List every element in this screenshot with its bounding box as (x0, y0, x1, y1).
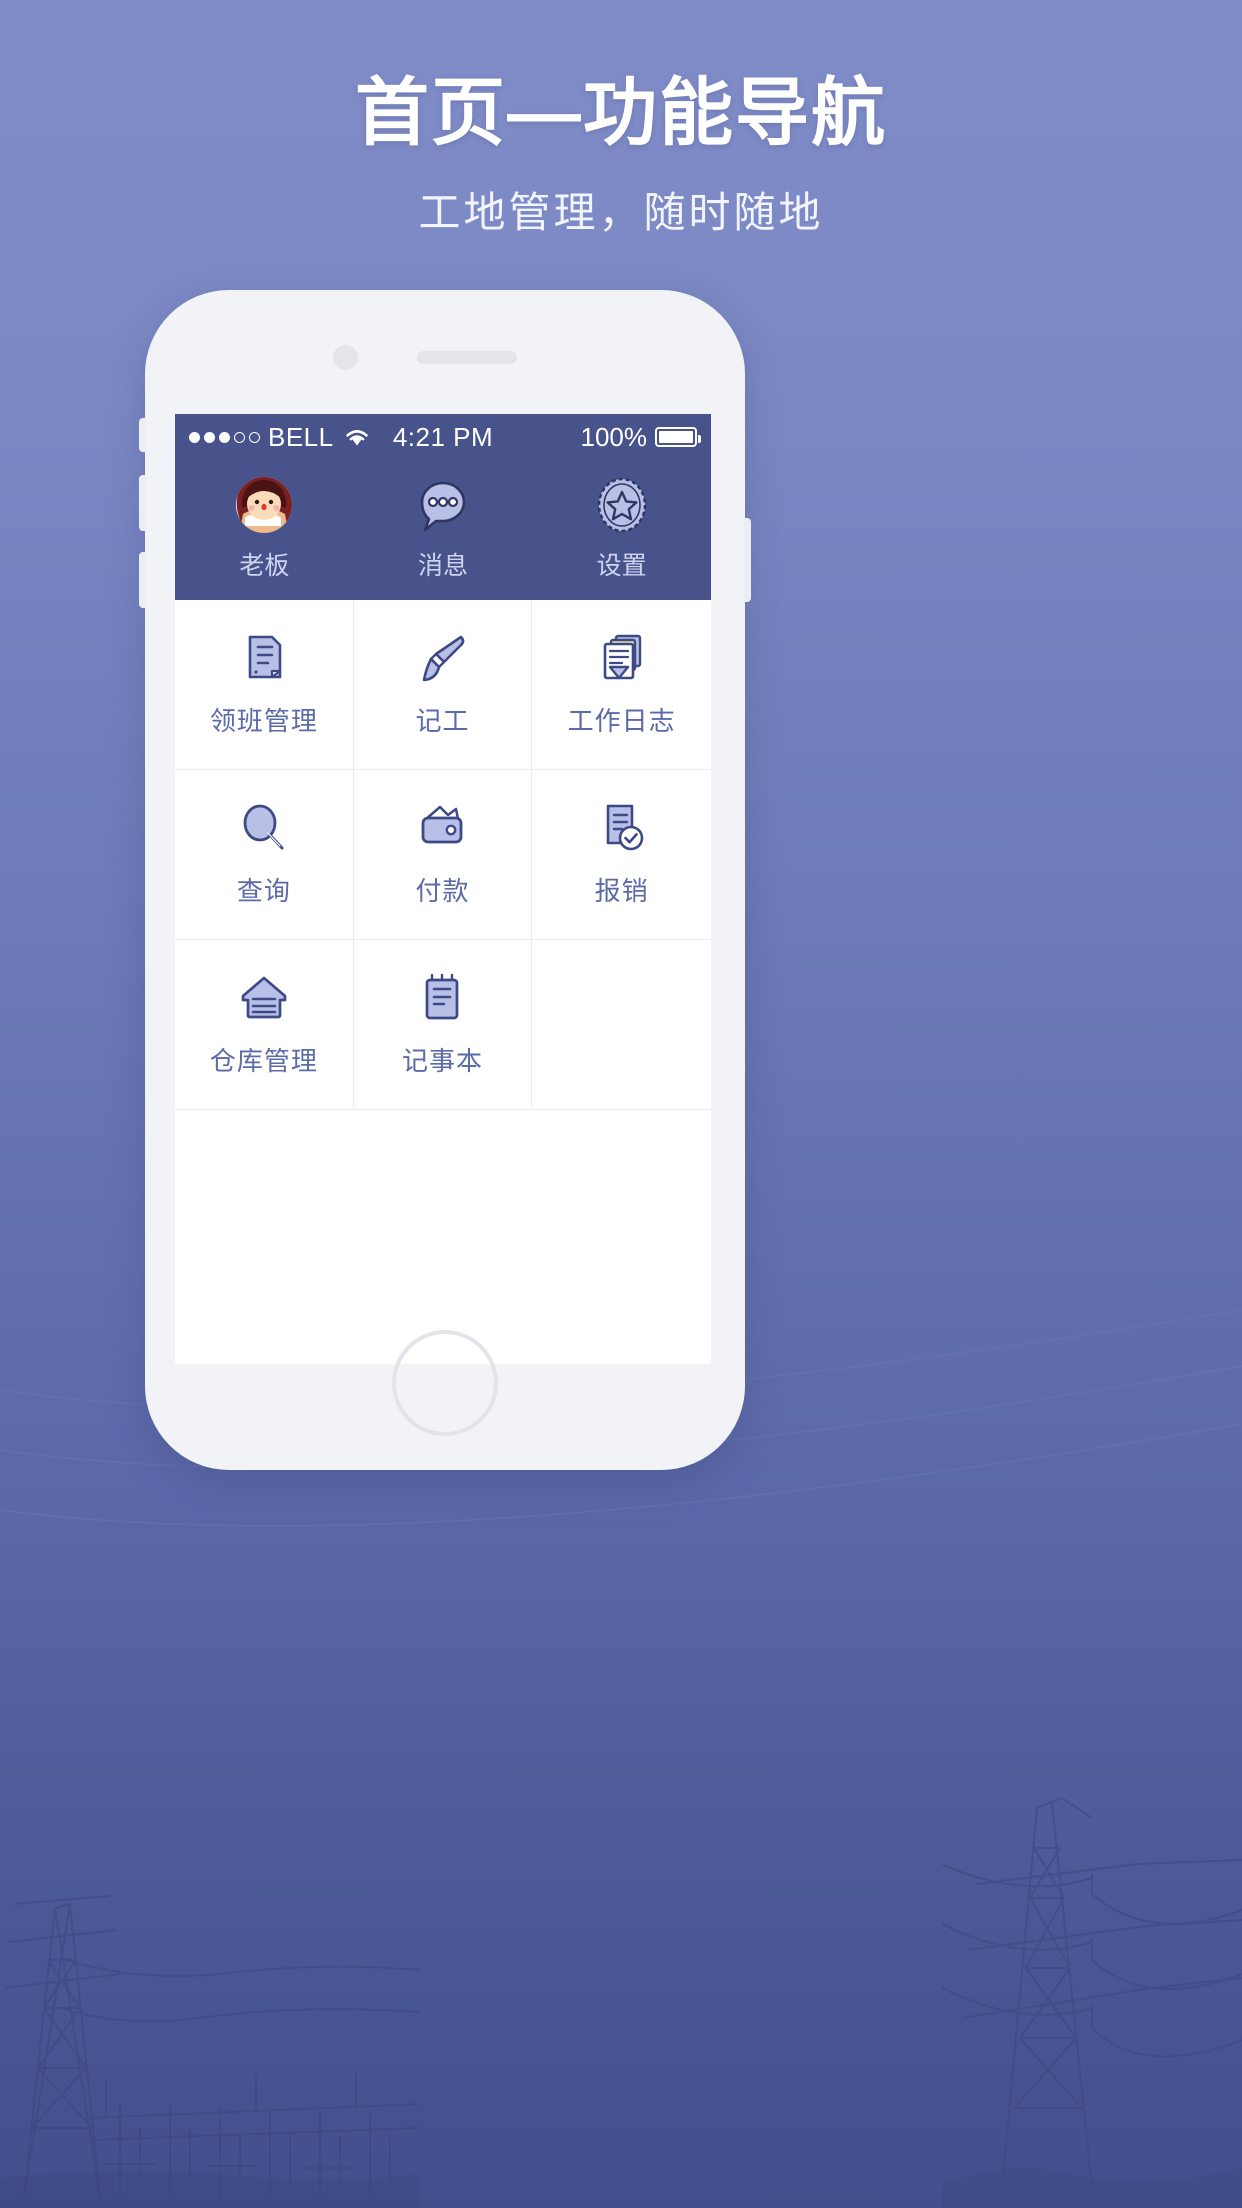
page-subtitle: 工地管理，随时随地 (418, 189, 824, 237)
status-bar-right: 100% (493, 421, 702, 453)
battery-percent-label: 100% (580, 421, 648, 452)
nav-item-boss[interactable]: 老板 (175, 474, 354, 582)
wallet-icon (422, 805, 463, 844)
grid-label-query: 查询 (236, 876, 291, 906)
grid-label-notepad: 记事本 (401, 1046, 483, 1076)
grid-item-empty (532, 940, 711, 1110)
phone-mockup: BELL 4:21 PM 100% 老板 消息 设置 领班管理 记工 工作日志 … (139, 290, 751, 1470)
grid-label-payment: 付款 (415, 876, 470, 906)
nav-label-message: 消息 (418, 552, 469, 580)
paintbrush-icon (423, 635, 465, 682)
grid-label-work-diary: 工作日志 (567, 706, 676, 736)
substation-left-icon (0, 1895, 420, 2208)
grid-item-work-diary[interactable]: 工作日志 (532, 600, 711, 770)
phone-screen: BELL 4:21 PM 100% 老板 消息 设置 领班管理 记工 工作日志 … (175, 414, 711, 1364)
message-bubble-icon (420, 481, 466, 532)
grid-item-foreman-management[interactable]: 领班管理 (175, 600, 354, 770)
volume-up-button[interactable] (139, 475, 146, 531)
page-title: 首页—功能导航 (355, 71, 887, 154)
volume-down-button[interactable] (139, 552, 146, 608)
home-button[interactable] (392, 1330, 498, 1436)
feature-grid: 领班管理 记工 工作日志 查询 付款 报销 仓库管理 记事本 (175, 600, 711, 1110)
grid-item-query[interactable]: 查询 (175, 770, 354, 940)
document-icon (248, 635, 282, 679)
content-empty-area (175, 1110, 711, 1364)
clock-label: 4:21 PM (392, 421, 494, 452)
nav-label-settings: 设置 (596, 552, 647, 580)
promo-header: 首页—功能导航 工地管理，随时随地 (0, 70, 1242, 240)
top-nav-bar: 老板 消息 设置 (175, 460, 711, 600)
signal-strength-icon (189, 431, 260, 443)
grid-label-reimbursement: 报销 (594, 876, 649, 906)
document-check-icon (606, 804, 643, 851)
transmission-tower-right-icon (942, 1796, 1242, 2208)
stacked-papers-icon (603, 634, 641, 680)
nav-item-message[interactable]: 消息 (354, 474, 533, 582)
status-bar-left: BELL (189, 422, 393, 453)
avatar-icon (236, 477, 293, 533)
grid-item-worklog-entry[interactable]: 记工 (353, 600, 533, 770)
nav-item-settings[interactable]: 设置 (532, 474, 711, 582)
grid-label-warehouse-management: 仓库管理 (209, 1046, 318, 1076)
grid-label-worklog-entry: 记工 (415, 706, 470, 736)
battery-icon (655, 427, 702, 447)
grid-label-foreman-management: 领班管理 (209, 706, 318, 736)
grid-item-notepad[interactable]: 记事本 (353, 940, 533, 1110)
power-button[interactable] (744, 518, 751, 602)
silent-switch[interactable] (139, 418, 146, 452)
earpiece-speaker (417, 351, 517, 364)
grid-item-reimbursement[interactable]: 报销 (532, 770, 711, 940)
front-camera-icon (333, 345, 358, 370)
wifi-icon (345, 430, 368, 446)
status-bar: BELL 4:21 PM 100% (175, 414, 711, 460)
warehouse-icon (241, 976, 287, 1019)
magnifier-icon (243, 804, 284, 850)
nav-label-boss: 老板 (239, 552, 290, 580)
star-badge-icon (597, 477, 646, 533)
grid-item-warehouse-management[interactable]: 仓库管理 (175, 940, 354, 1110)
carrier-label: BELL (268, 421, 334, 452)
grid-item-payment[interactable]: 付款 (353, 770, 533, 940)
notepad-icon (426, 973, 459, 1020)
